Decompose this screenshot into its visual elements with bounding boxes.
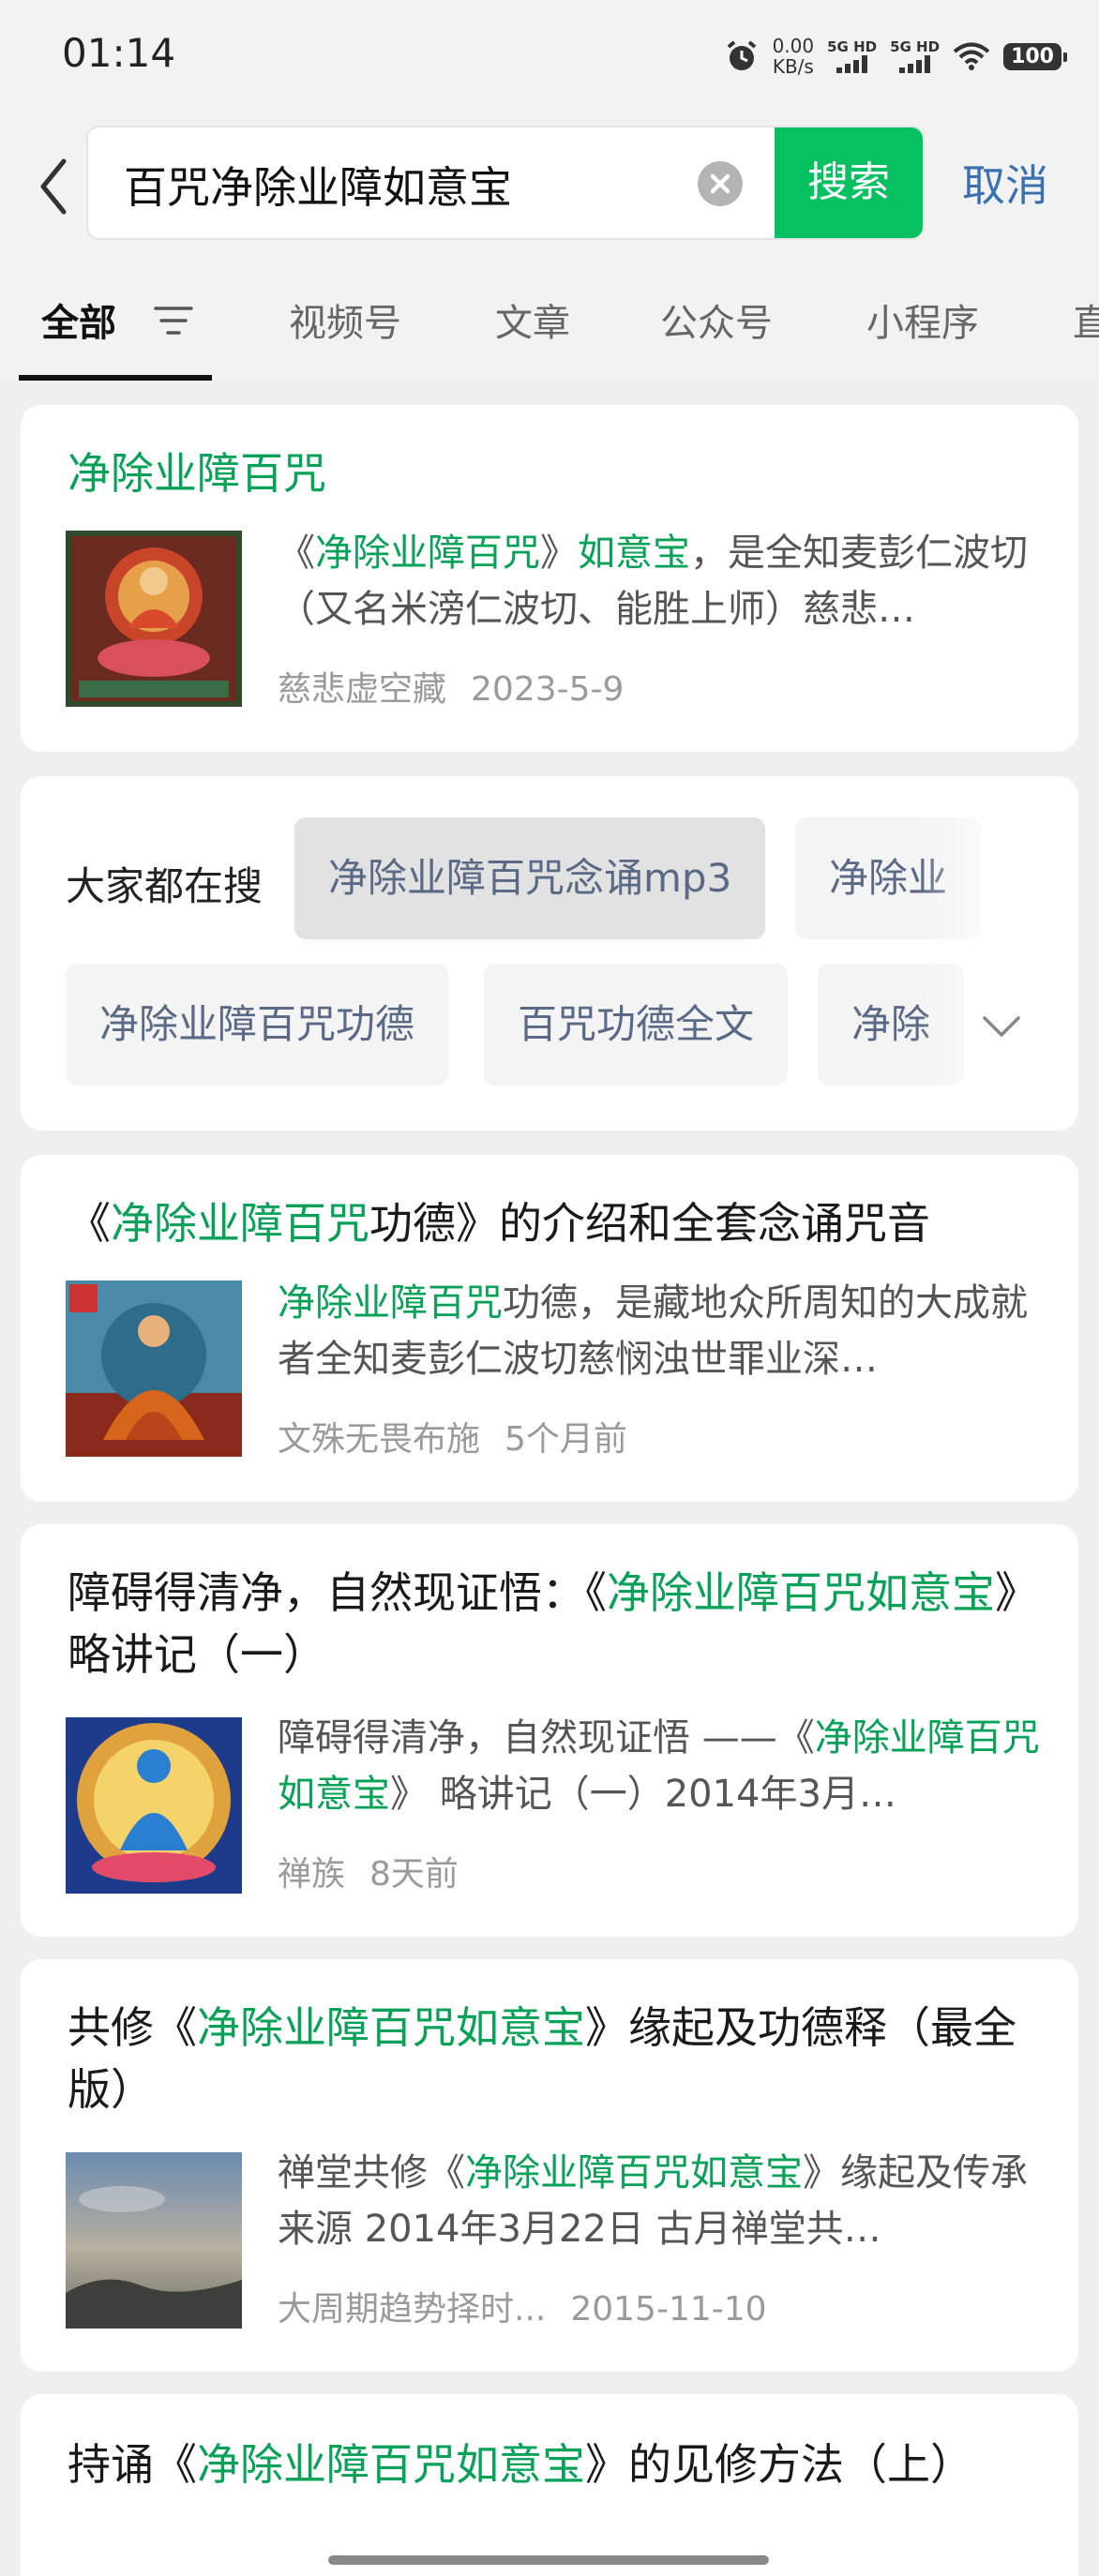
tab-miniprograms[interactable]: 小程序 <box>866 292 979 347</box>
tab-articles[interactable]: 文章 <box>495 292 570 347</box>
related-chip[interactable]: 净除业障百咒念诵mp3 <box>294 817 766 939</box>
signal-icon: 5G HD <box>890 39 940 73</box>
result-thumbnail <box>66 1717 242 1894</box>
search-query[interactable]: 百咒净除业障如意宝 <box>124 154 512 216</box>
cancel-button[interactable]: 取消 <box>962 152 1048 214</box>
result-title[interactable]: 共修《净除业障百咒如意宝》缘起及功德释（最全版） <box>68 1997 1043 2120</box>
result-thumbnail <box>66 2152 242 2329</box>
filter-icon[interactable] <box>152 304 195 337</box>
result-snippet: 禅堂共修《净除业障百咒如意宝》缘起及传承来源 2014年3月22日 古月禅堂共… <box>278 2151 1028 2251</box>
search-header: 百咒净除业障如意宝 搜索 取消 <box>0 112 1099 259</box>
net-speed-unit: KB/s <box>772 55 814 78</box>
net-speed: 0.00 KB/s <box>773 36 815 77</box>
related-label: 大家都在搜 <box>66 863 263 909</box>
net-speed-value: 0.00 <box>772 35 815 57</box>
result-card[interactable]: 《净除业障百咒功德》的介绍和全套念诵咒音 净除业障百咒功德，是藏地众所周知的大成… <box>21 1155 1078 1502</box>
result-date: 5个月前 <box>504 1420 627 1459</box>
category-tabs: 全部 视频号 文章 公众号 小程序 直 <box>0 259 1099 381</box>
result-source[interactable]: 慈悲虚空藏 <box>278 670 446 709</box>
result-meta: 文殊无畏布施 5个月前 <box>278 1412 627 1460</box>
chevron-down-icon[interactable] <box>981 1014 1022 1039</box>
related-searches: 大家都在搜 净除业障百咒念诵mp3 净除业 净除业障百咒功德 百咒功德全文 净除 <box>21 776 1078 1131</box>
search-input[interactable]: 百咒净除业障如意宝 搜索 <box>86 126 925 240</box>
result-thumbnail <box>66 1281 242 1457</box>
home-indicator[interactable] <box>328 2555 769 2565</box>
related-chip[interactable]: 百咒功德全文 <box>484 964 789 1086</box>
result-source[interactable]: 大周期趋势择时... <box>278 2290 546 2329</box>
result-date: 8天前 <box>369 1855 459 1894</box>
result-meta: 大周期趋势择时... 2015-11-10 <box>278 2282 767 2330</box>
result-card[interactable]: 持诵《净除业障百咒如意宝》的见修方法（上） <box>21 2394 1078 2576</box>
tab-accounts[interactable]: 公众号 <box>660 292 773 347</box>
tab-all[interactable]: 全部 <box>41 292 116 347</box>
clear-icon[interactable] <box>698 161 743 206</box>
result-title[interactable]: 净除业障百咒 <box>68 442 326 504</box>
tab-live[interactable]: 直 <box>1073 292 1099 347</box>
result-meta: 禅族 8天前 <box>278 1847 459 1895</box>
alarm-icon <box>727 40 756 70</box>
result-date: 2023-5-9 <box>471 670 625 709</box>
signal-icon: 5G HD <box>827 39 877 73</box>
result-source[interactable]: 文殊无畏布施 <box>278 1420 480 1459</box>
result-snippet: 《净除业障百咒》如意宝，是全知麦彭仁波切（又名米滂仁波切、能胜上师）慈悲… <box>278 532 1028 631</box>
status-icons: 0.00 KB/s 5G HD 5G HD 100 <box>724 32 1067 81</box>
result-thumbnail <box>66 531 242 707</box>
wifi-icon <box>953 42 990 70</box>
sim1-label: 5G HD <box>827 38 878 55</box>
result-title[interactable]: 障碍得清净，自然现证悟：《净除业障百咒如意宝》略讲记（一） <box>68 1562 1043 1685</box>
search-button[interactable]: 搜索 <box>775 127 923 238</box>
status-bar: 01:14 0.00 KB/s 5G HD 5G HD 100 <box>0 0 1099 112</box>
result-meta: 慈悲虚空藏 2023-5-9 <box>278 662 624 711</box>
result-date: 2015-11-10 <box>570 2290 767 2329</box>
related-chip[interactable]: 净除业障百咒功德 <box>66 964 449 1086</box>
result-card[interactable]: 障碍得清净，自然现证悟：《净除业障百咒如意宝》略讲记（一） 障碍得清净，自然现证… <box>21 1524 1078 1937</box>
result-card[interactable]: 净除业障百咒 《净除业障百咒》如意宝，是全知麦彭仁波切（又名米滂仁波切、能胜上师… <box>21 405 1078 752</box>
result-title[interactable]: 持诵《净除业障百咒如意宝》的见修方法（上） <box>68 2434 1043 2495</box>
result-card[interactable]: 共修《净除业障百咒如意宝》缘起及功德释（最全版） 禅堂共修《净除业障百咒如意宝》… <box>21 1959 1078 2372</box>
result-source[interactable]: 禅族 <box>278 1855 345 1894</box>
chip-fade <box>919 795 1078 954</box>
status-time: 01:14 <box>62 30 176 76</box>
tab-channels[interactable]: 视频号 <box>289 292 401 347</box>
battery-icon: 100 <box>1003 42 1067 70</box>
back-arrow-icon[interactable] <box>32 154 79 219</box>
result-title[interactable]: 《净除业障百咒功德》的介绍和全套念诵咒音 <box>68 1192 930 1254</box>
active-tab-indicator <box>19 375 212 381</box>
sim2-label: 5G HD <box>890 38 941 55</box>
result-snippet: 障碍得清净，自然现证悟 ——《净除业障百咒如意宝》 略讲记（一）2014年3月… <box>278 1716 1040 1816</box>
result-snippet: 净除业障百咒功德，是藏地众所周知的大成就者全知麦彭仁波切慈悯浊世罪业深… <box>278 1281 1028 1381</box>
